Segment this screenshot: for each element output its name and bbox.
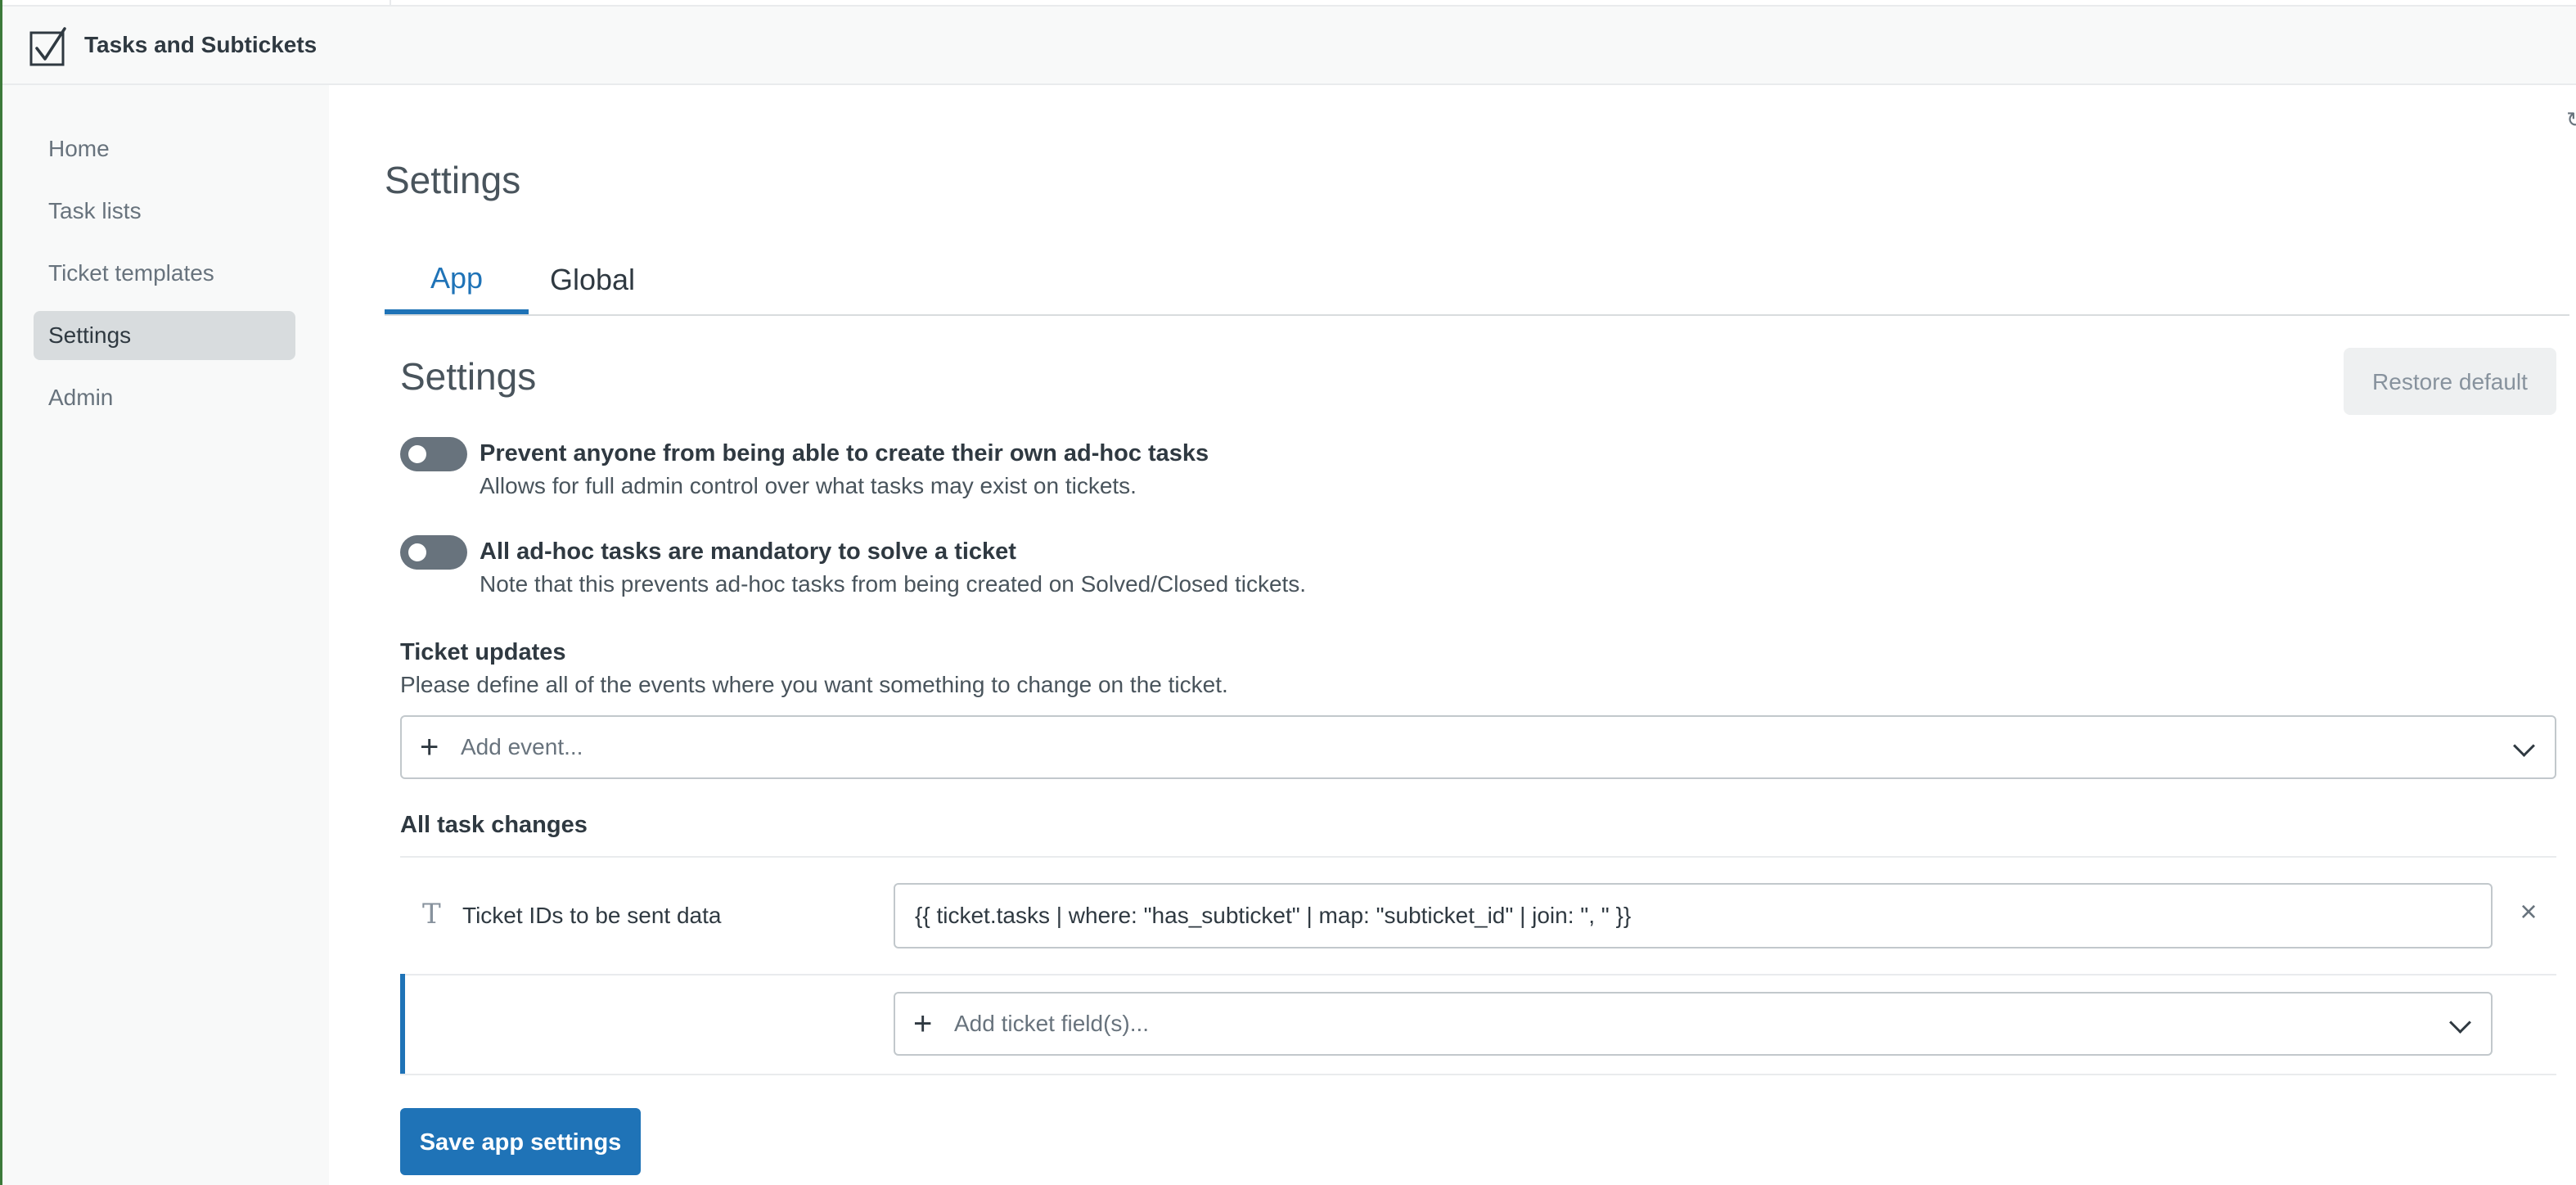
tab-app[interactable]: App [385,246,529,314]
prevent-adhoc-hint: Allows for full admin control over what … [480,473,1137,498]
prevent-adhoc-toggle[interactable] [400,437,467,471]
settings-card-title: Settings [400,355,537,398]
plus-icon: + [420,729,439,765]
sidebar-item-task-lists[interactable]: Task lists [34,187,295,236]
field-name: Ticket IDs to be sent data [462,903,722,928]
plus-icon: + [913,1006,933,1042]
mandatory-adhoc-toggle[interactable] [400,535,467,570]
add-ticket-field-placeholder: Add ticket field(s)... [954,1011,1150,1036]
ticket-updates-hint: Please define all of the events where yo… [400,672,1228,697]
sidebar-item-admin[interactable]: Admin [34,373,295,422]
tab-global[interactable]: Global [529,246,656,314]
sidebar-item-home[interactable]: Home [34,124,295,173]
checkbox-icon [29,27,66,66]
prevent-adhoc-label: Prevent anyone from being able to create… [480,440,1209,466]
add-event-dropdown[interactable]: + Add event... [400,715,2556,779]
chevron-down-icon [2513,735,2535,757]
sidebar-item-ticket-templates[interactable]: Ticket templates [34,249,295,298]
all-task-changes-label: All task changes [400,812,588,838]
mandatory-adhoc-label: All ad-hoc tasks are mandatory to solve … [480,538,1016,565]
save-app-settings-button[interactable]: Save app settings [400,1108,641,1175]
mandatory-adhoc-hint: Note that this prevents ad-hoc tasks fro… [480,571,1307,597]
restore-default-button[interactable]: Restore default [2344,348,2556,415]
ticket-updates-label: Ticket updates [400,639,566,665]
divider [400,974,2556,975]
divider [400,856,2556,858]
refresh-icon[interactable]: ↻ [2566,109,2576,130]
text-field-icon: T [422,898,441,930]
add-ticket-field-dropdown[interactable]: + Add ticket field(s)... [894,992,2493,1056]
field-value-input[interactable]: {{ ticket.tasks | where: "has_subticket"… [894,883,2493,948]
tab-bar: App Global [385,246,2569,316]
sidebar-item-settings[interactable]: Settings [34,311,295,360]
row-accent-bar [400,974,405,1075]
app-header: Tasks and Subtickets [2,7,2576,85]
close-icon[interactable]: × [2512,895,2545,928]
app-title: Tasks and Subtickets [84,32,317,57]
chevron-down-icon [2449,1012,2471,1034]
toggle-knob [408,445,426,463]
divider [400,1074,2556,1075]
page-title: Settings [385,159,521,201]
add-event-placeholder: Add event... [461,734,583,759]
sidebar-nav: Home Task lists Ticket templates Setting… [2,85,329,1185]
toggle-knob [408,543,426,561]
window-top-strip [0,0,2576,7]
window-divider [390,0,391,5]
